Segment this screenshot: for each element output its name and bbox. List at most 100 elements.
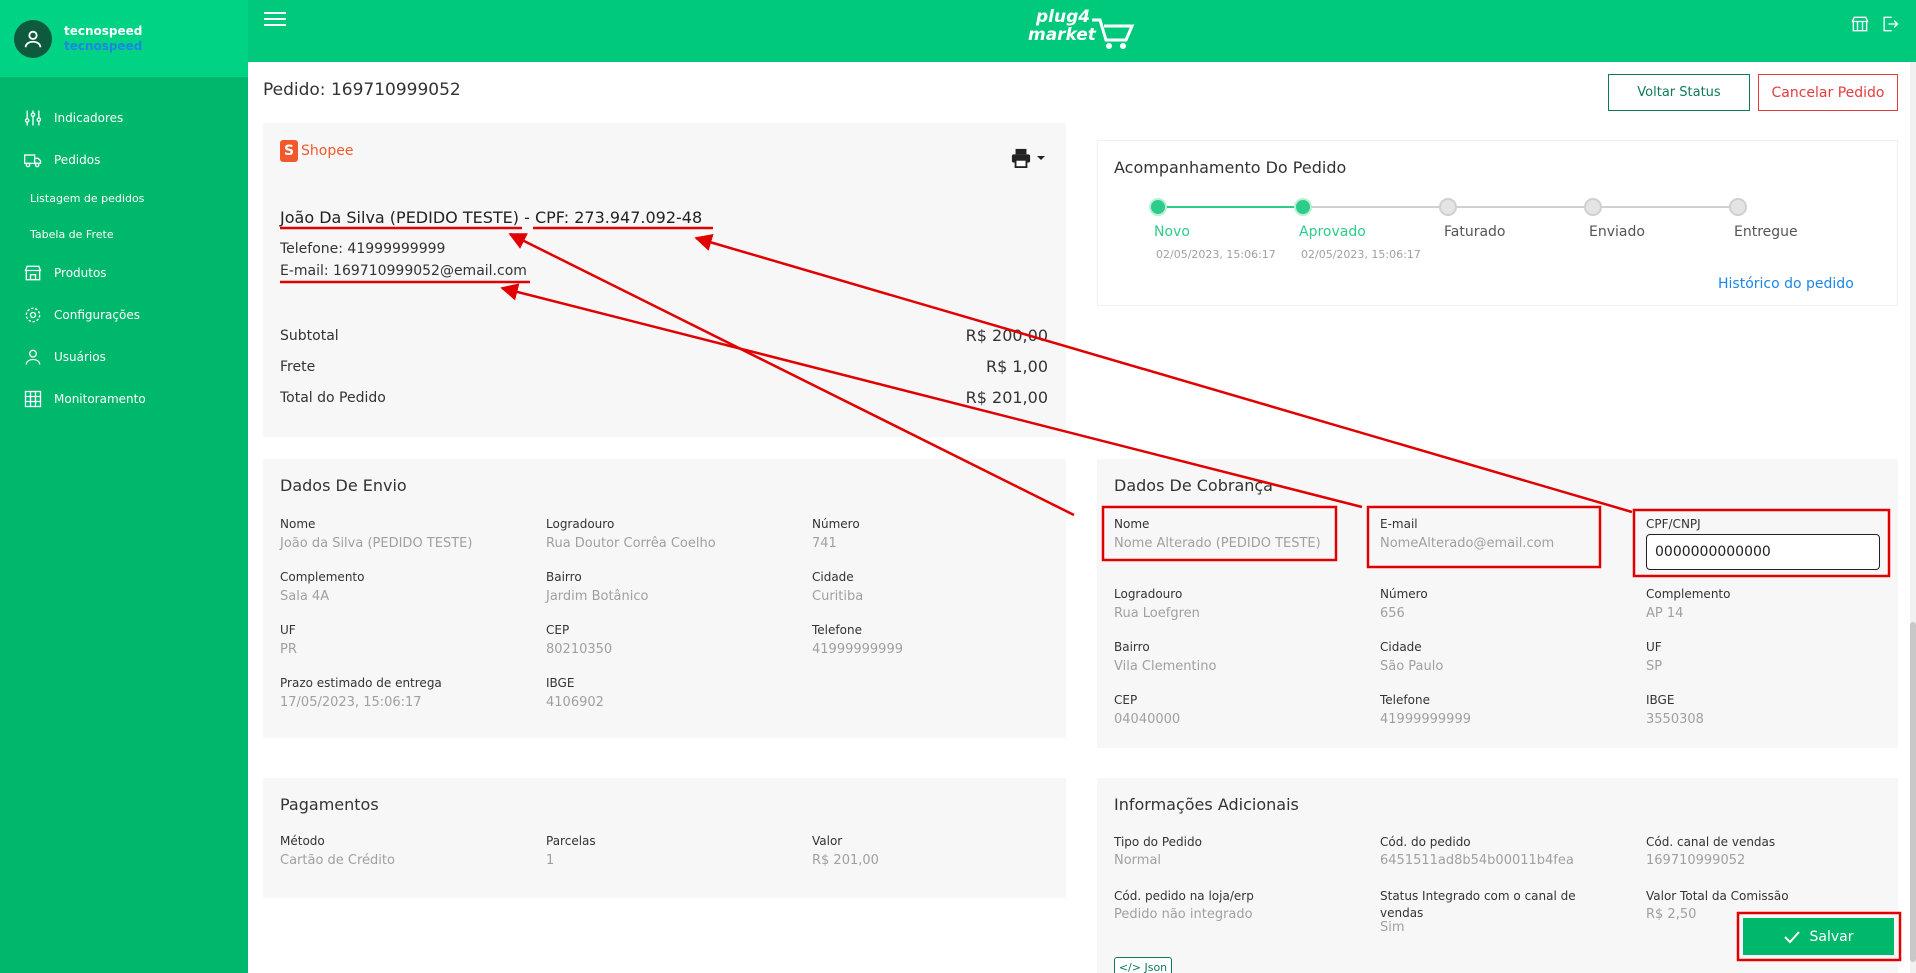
shipping-field-label: IBGE	[546, 676, 575, 690]
shopee-bag-icon: S	[280, 140, 298, 162]
shipping-field-value: 17/05/2023, 15:06:17	[280, 695, 422, 710]
additional-field-label: Tipo do Pedido	[1114, 835, 1202, 849]
shipping-field-label: UF	[280, 623, 296, 637]
billing-field-label: Número	[1380, 587, 1428, 601]
shipping-field-value: Jardim Botânico	[546, 589, 649, 604]
sidebar-item-usuarios[interactable]: Usuários	[22, 346, 106, 368]
hamburger-menu-icon[interactable]	[264, 12, 286, 28]
logo-line2: market	[1028, 25, 1096, 45]
sidebar-item-indicadores[interactable]: Indicadores	[22, 107, 123, 129]
billing-field-value: 41999999999	[1380, 712, 1471, 727]
tracking-step-dot	[1729, 198, 1747, 216]
billing-field-value: 04040000	[1114, 712, 1181, 727]
shipping-field-label: Nome	[280, 517, 316, 531]
payment-field-label: Método	[280, 834, 325, 848]
sidebar-item-monitoramento[interactable]: Monitoramento	[22, 388, 146, 410]
shipping-field-value: 41999999999	[812, 642, 903, 657]
tracking-connector	[1593, 206, 1738, 208]
sidebar-item-label: Produtos	[54, 266, 107, 280]
payments-title: Pagamentos	[280, 795, 379, 814]
billing-field-label: Cidade	[1380, 640, 1422, 654]
billing-field-label: Telefone	[1380, 693, 1430, 707]
cpf-cnpj-input[interactable]	[1646, 534, 1880, 570]
billing-field-label: Bairro	[1114, 640, 1150, 654]
tracking-title: Acompanhamento Do Pedido	[1114, 158, 1347, 177]
payment-field-label: Parcelas	[546, 834, 596, 848]
billing-field-label: CEP	[1114, 693, 1138, 707]
logout-icon[interactable]	[1880, 14, 1900, 38]
tracking-connector	[1448, 206, 1593, 208]
sidebar-item-pedidos[interactable]: Pedidos	[22, 149, 100, 171]
json-button[interactable]: </> Json	[1114, 957, 1172, 973]
store-icon	[22, 262, 44, 284]
historico-pedido-link[interactable]: Histórico do pedido	[1718, 276, 1854, 292]
subtotal-value: R$ 200,00	[965, 326, 1048, 345]
additional-field-value: Normal	[1114, 853, 1162, 868]
sliders-icon	[22, 107, 44, 129]
tracking-step-dot	[1439, 198, 1457, 216]
additional-field-value: Sim	[1380, 920, 1405, 935]
voltar-status-button[interactable]: Voltar Status	[1608, 74, 1750, 111]
tracking-connector	[1158, 206, 1303, 208]
tracking-step-dot	[1584, 198, 1602, 216]
payments-card	[263, 778, 1066, 898]
sidebar-item-produtos[interactable]: Produtos	[22, 262, 107, 284]
billing-field-value: São Paulo	[1380, 659, 1444, 674]
check-icon	[1783, 930, 1800, 943]
store-icon[interactable]	[1850, 14, 1870, 38]
billing-nome-value[interactable]: Nome Alterado (PEDIDO TESTE)	[1114, 536, 1321, 551]
chevron-down-icon	[1037, 156, 1045, 160]
tracking-step-date: 02/05/2023, 15:06:17	[1156, 248, 1276, 261]
shipping-field-value: PR	[280, 642, 297, 657]
additional-field-value: 6451511ad8b54b00011b4fea	[1380, 853, 1574, 868]
sidebar-item-label: Indicadores	[54, 111, 124, 125]
shipping-field-value: 741	[812, 536, 837, 551]
frete-value: R$ 1,00	[985, 357, 1048, 376]
sidebar-item-configuracoes[interactable]: Configurações	[22, 304, 140, 326]
billing-field-value: SP	[1646, 659, 1663, 674]
user-icon	[22, 346, 44, 368]
salvar-button[interactable]: Salvar	[1743, 918, 1894, 955]
shipping-field-label: Prazo estimado de entrega	[280, 676, 442, 690]
truck-icon	[22, 149, 44, 171]
billing-card	[1097, 459, 1898, 748]
shipping-field-value: 80210350	[546, 642, 613, 657]
print-dropdown[interactable]	[1010, 148, 1046, 168]
logo-line1: plug4	[1036, 7, 1091, 27]
additional-field-label: Cód. pedido na loja/erp	[1114, 889, 1254, 903]
sidebar-item-label: Configurações	[54, 308, 140, 322]
billing-title: Dados De Cobrança	[1114, 476, 1273, 495]
billing-email-value[interactable]: NomeAlterado@email.com	[1380, 536, 1554, 551]
marketplace-badge: S Shopee	[280, 140, 353, 162]
billing-field-value: AP 14	[1646, 606, 1684, 621]
sidebar-subitem-tabela-frete[interactable]: Tabela de Frete	[30, 228, 114, 241]
shipping-field-label: Telefone	[812, 623, 862, 637]
shipping-field-label: Número	[812, 517, 860, 531]
cart-icon	[1092, 18, 1135, 49]
customer-name-cpf: João Da Silva (PEDIDO TESTE) - CPF: 273.…	[280, 208, 703, 227]
user-avatar-icon[interactable]	[14, 19, 52, 58]
shipping-field-label: Logradouro	[546, 517, 615, 531]
tracking-step-dot	[1149, 198, 1167, 216]
payment-field-value: 1	[546, 853, 555, 868]
tracking-step-label: Novo	[1154, 224, 1190, 240]
sidebar: tecnospeed tecnospeed Indicadores Pedido…	[0, 0, 248, 973]
cancelar-pedido-button[interactable]: Cancelar Pedido	[1758, 74, 1898, 111]
top-header: plug4 market	[248, 0, 1916, 62]
billing-email-label: E-mail	[1380, 517, 1418, 531]
printer-icon	[1011, 148, 1031, 168]
billing-field-label: Logradouro	[1114, 587, 1183, 601]
total-label: Total do Pedido	[280, 390, 386, 406]
page-scrollbar[interactable]	[1910, 62, 1916, 973]
tracking-step-label: Entregue	[1734, 224, 1798, 240]
shipping-field-value: João da Silva (PEDIDO TESTE)	[280, 536, 473, 551]
plug4market-logo: plug4 market	[1026, 6, 1138, 54]
json-button-label: Json	[1144, 960, 1168, 973]
billing-field-label: Complemento	[1646, 587, 1731, 601]
subtotal-label: Subtotal	[280, 328, 339, 344]
tracking-connector	[1303, 206, 1448, 208]
shipping-field-label: Cidade	[812, 570, 854, 584]
sidebar-subitem-listagem[interactable]: Listagem de pedidos	[30, 192, 144, 205]
sidebar-user-panel: tecnospeed tecnospeed	[0, 0, 248, 77]
billing-field-label: IBGE	[1646, 693, 1675, 707]
